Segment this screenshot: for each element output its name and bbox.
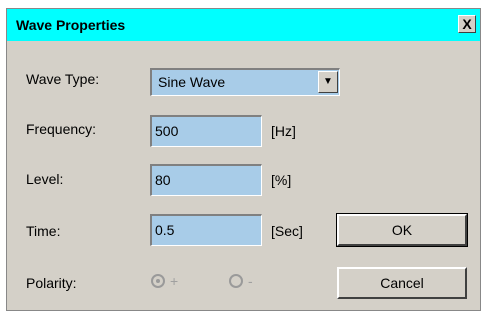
polarity-minus-radio[interactable]: [229, 274, 243, 288]
ok-button[interactable]: OK: [336, 213, 468, 247]
wave-properties-dialog: Wave Properties X Wave Type: Sine Wave ▼…: [6, 8, 481, 311]
cancel-button[interactable]: Cancel: [337, 267, 467, 299]
time-label: Time:: [26, 223, 61, 239]
wave-type-label: Wave Type:: [26, 71, 100, 87]
level-input[interactable]: 80: [150, 164, 262, 196]
frequency-unit: [Hz]: [271, 123, 296, 139]
polarity-plus-radio[interactable]: [151, 274, 165, 288]
level-unit: [%]: [271, 172, 292, 188]
close-button[interactable]: X: [458, 15, 476, 33]
wave-type-select[interactable]: Sine Wave ▼: [150, 68, 340, 96]
close-icon: X: [462, 16, 472, 32]
title-bar[interactable]: Wave Properties X: [7, 9, 480, 41]
time-input[interactable]: 0.5: [150, 214, 262, 246]
polarity-minus-label: -: [248, 273, 253, 289]
time-unit: [Sec]: [271, 223, 303, 239]
frequency-input[interactable]: 500: [150, 115, 262, 147]
frequency-label: Frequency:: [26, 121, 97, 137]
polarity-plus-label: +: [170, 273, 179, 289]
wave-type-value: Sine Wave: [158, 74, 226, 90]
polarity-label: Polarity:: [26, 275, 77, 291]
chevron-down-icon[interactable]: ▼: [318, 71, 338, 93]
dialog-title: Wave Properties: [16, 17, 126, 33]
level-label: Level:: [26, 171, 64, 187]
